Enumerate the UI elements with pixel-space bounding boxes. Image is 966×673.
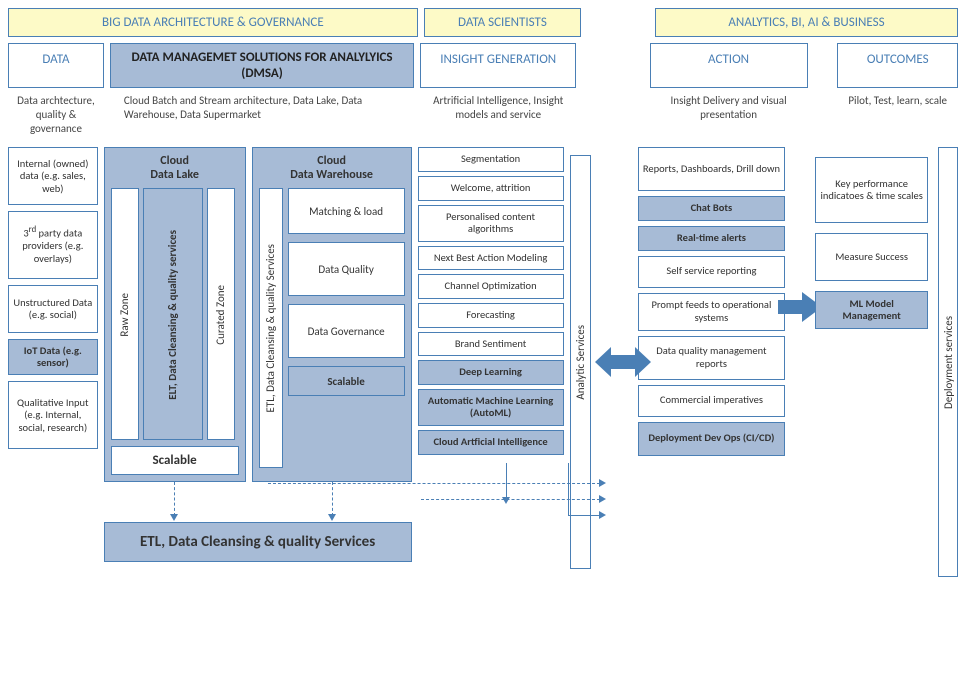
cloud-dw-title: Cloud Data Warehouse (259, 154, 405, 182)
source-internal: Internal (owned) data (e.g. sales, web) (8, 147, 98, 205)
insight-welcome-attrition: Welcome, attrition (418, 176, 564, 201)
dw-etl: ETL, Data Cleansing & quality Services (259, 188, 283, 468)
insight-nba: Next Best Action Modeling (418, 246, 564, 271)
action-devops: Deployment Dev Ops (CI/CD) (638, 422, 786, 456)
action-dq-reports: Data quality management reports (638, 336, 786, 380)
cloud-lake-title: Cloud Data Lake (111, 154, 239, 182)
header-data-scientists: DATA SCIENTISTS (424, 8, 582, 37)
analytic-services-box: Analytic Services (570, 155, 591, 569)
header-analytics: ANALYTICS, BI, AI & BUSINESS (655, 8, 958, 37)
insight-segmentation: Segmentation (418, 147, 564, 172)
subtext-insight: Artrificial Intelligence, Insight models… (420, 90, 576, 139)
outcome-measure: Measure Success (815, 233, 928, 281)
outcomes-column: Key performance indicatoes & time scales… (815, 147, 928, 329)
source-unstructured: Unstructured Data (e.g. social) (8, 285, 98, 333)
cloud-data-lake-panel: Cloud Data Lake Raw Zone ELT, Data Clean… (104, 147, 246, 482)
stage-dmsa-line2: (DMSA) (241, 66, 283, 81)
stage-dmsa: DATA MANAGEMET SOLUTIONS FOR ANALYLYICS … (110, 43, 414, 88)
insight-automl: Automatic Machine Learning (AutoML) (418, 389, 564, 426)
deployment-services-box: Deployment services (938, 147, 958, 577)
dmsa-column: Cloud Data Lake Raw Zone ELT, Data Clean… (104, 147, 412, 562)
action-commercial: Commercial imperatives (638, 385, 786, 417)
dw-matching-load: Matching & load (288, 188, 405, 234)
stage-action: ACTION (650, 43, 808, 88)
dw-data-quality: Data Quality (288, 242, 405, 296)
outcome-kpi: Key performance indicatoes & time scales (815, 157, 928, 223)
dw-scalable: Scalable (288, 366, 405, 396)
data-sources-column: Internal (owned) data (e.g. sales, web) … (8, 147, 98, 449)
action-column: Reports, Dashboards, Drill down Chat Bot… (638, 147, 786, 455)
subtext-data: Data archtecture, quality & governance (8, 90, 104, 139)
action-realtime-alerts: Real-time alerts (638, 226, 786, 251)
elt-services: ELT, Data Cleansing & quality services (143, 188, 203, 440)
insight-channel-opt: Channel Optimization (418, 274, 564, 299)
action-prompt-feeds: Prompt feeds to operational systems (638, 293, 786, 331)
insight-column: Segmentation Welcome, attrition Personal… (418, 147, 564, 454)
etl-bar: ETL, Data Cleansing & quality Services (104, 522, 412, 562)
action-chatbots: Chat Bots (638, 196, 786, 221)
action-reports: Reports, Dashboards, Drill down (638, 147, 786, 191)
insight-brand-sentiment: Brand Sentiment (418, 332, 564, 357)
raw-zone: Raw Zone (111, 188, 139, 440)
subtext-action: Insight Delivery and visual presentation (650, 90, 808, 139)
lake-scalable: Scalable (111, 446, 239, 475)
stage-insight: INSIGHT GENERATION (420, 43, 576, 88)
source-third-party: 3rd party data providers (e.g. overlays) (8, 211, 98, 279)
bidirectional-arrow-icon (595, 337, 651, 387)
header-big-data: BIG DATA ARCHITECTURE & GOVERNANCE (8, 8, 418, 37)
stage-outcomes: OUTCOMES (837, 43, 958, 88)
outcome-ml-mgmt: ML Model Management (815, 291, 928, 329)
insight-deep-learning: Deep Learning (418, 360, 564, 385)
insight-cloud-ai: Cloud Artficial Intelligence (418, 430, 564, 455)
action-self-service: Self service reporting (638, 256, 786, 288)
stage-dmsa-line1: DATA MANAGEMET SOLUTIONS FOR ANALYLYICS (131, 50, 392, 65)
dw-data-governance: Data Governance (288, 304, 405, 358)
source-iot: IoT Data (e.g. sensor) (8, 339, 98, 375)
subtext-dmsa: Cloud Batch and Stream architecture, Dat… (110, 90, 414, 139)
subtext-outcomes: Pilot, Test, learn, scale (837, 90, 958, 139)
source-qualitative: Qualitative Input (e.g. Internal, social… (8, 381, 98, 449)
stage-data: DATA (8, 43, 104, 88)
cloud-data-warehouse-panel: Cloud Data Warehouse ETL, Data Cleansing… (252, 147, 412, 482)
curated-zone: Curated Zone (207, 188, 235, 440)
insight-forecasting: Forecasting (418, 303, 564, 328)
insight-personalised: Personalised content algorithms (418, 205, 564, 242)
